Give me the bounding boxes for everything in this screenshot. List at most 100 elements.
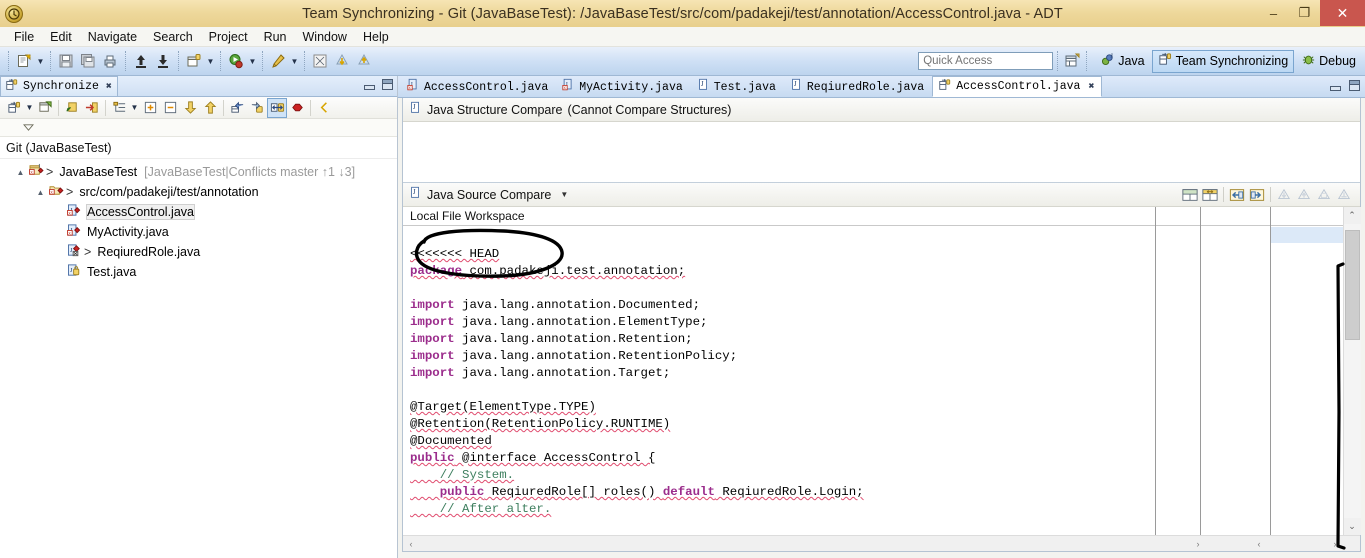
menu-window[interactable]: Window — [295, 29, 355, 45]
minimize-icon[interactable] — [364, 79, 375, 90]
editor-tab-myactivity-java[interactable]: Jx MyActivity.java — [556, 76, 691, 97]
menu-help[interactable]: Help — [355, 29, 397, 45]
pull-icon[interactable] — [152, 50, 174, 72]
java-file-icon: J — [697, 78, 710, 96]
java-file-icon: J — [67, 263, 84, 281]
remove-icon[interactable] — [82, 98, 102, 118]
quick-access-input[interactable] — [918, 52, 1054, 70]
perspective-team-synchronizing[interactable]: Team Synchronizing — [1151, 49, 1295, 73]
tree-item-reqiuredrole[interactable]: J > ReqiuredRole.java — [0, 242, 397, 262]
close-icon[interactable]: ✖ — [1088, 81, 1094, 93]
tree-item-myactivity[interactable]: Jx MyActivity.java — [0, 222, 397, 242]
minimize-icon[interactable] — [1330, 80, 1341, 91]
pin-icon[interactable] — [62, 98, 82, 118]
editor-tab-accesscontrol-java[interactable]: Jx AccessControl.java — [401, 76, 556, 97]
tree-item-test[interactable]: J Test.java — [0, 262, 397, 282]
next-annotation-icon[interactable] — [331, 50, 353, 72]
three-pane-layout-icon[interactable] — [1200, 185, 1220, 205]
previous-change-icon[interactable] — [1334, 185, 1354, 205]
compare-horizontal-scrollbars[interactable]: ‹ › ‹ › — [403, 535, 1360, 551]
external-tools-icon[interactable] — [267, 50, 289, 72]
scroll-right-icon-2[interactable]: › — [1327, 536, 1343, 551]
new-java-package-icon[interactable] — [183, 50, 205, 72]
tree-item-project[interactable]: ▲ x > JavaBaseTest [JavaBaseTest|Conflic… — [0, 162, 397, 182]
synchronize-icon[interactable] — [4, 98, 24, 118]
save-all-icon[interactable] — [77, 50, 99, 72]
search-icon[interactable] — [309, 50, 331, 72]
both-mode-icon[interactable] — [267, 97, 287, 118]
tree-item-accesscontrol[interactable]: Jx AccessControl.java — [0, 202, 397, 222]
tab-synchronize[interactable]: Synchronize ✖ — [0, 76, 118, 96]
mode-dropdown[interactable]: ▼ — [129, 98, 140, 118]
compare-vertical-scrollbar[interactable]: ⌃ ⌄ — [1343, 207, 1361, 535]
editor-tab-reqiuredrole-java[interactable]: J ReqiuredRole.java — [784, 76, 932, 97]
maximize-button[interactable]: ❐ — [1289, 0, 1320, 26]
two-pane-layout-icon[interactable] — [1180, 185, 1200, 205]
incoming-mode-icon[interactable] — [227, 98, 247, 118]
conflicts-mode-icon[interactable] — [287, 98, 307, 118]
close-icon[interactable]: ✖ — [106, 81, 112, 93]
minimize-button[interactable]: – — [1258, 0, 1289, 26]
save-icon[interactable] — [55, 50, 77, 72]
team-sync-icon — [5, 78, 19, 96]
scroll-thumb[interactable] — [1344, 230, 1360, 340]
menu-edit[interactable]: Edit — [42, 29, 80, 45]
run-dropdown[interactable]: ▼ — [247, 50, 258, 72]
new-wizard-dropdown[interactable]: ▼ — [35, 50, 46, 72]
perspective-java[interactable]: J Java — [1095, 50, 1149, 73]
perspective-debug[interactable]: Debug — [1296, 50, 1361, 73]
maximize-icon[interactable] — [1349, 80, 1360, 91]
editor-tab-test-java[interactable]: J Test.java — [691, 76, 784, 97]
commit-push-icon[interactable] — [130, 50, 152, 72]
source-code-text[interactable]: <<<<<<< HEAD package com.padakeji.test.a… — [403, 226, 1155, 535]
expand-all-icon[interactable] — [140, 98, 160, 118]
chevron-down-icon[interactable]: ▼ — [560, 190, 568, 199]
maximize-icon[interactable] — [382, 79, 393, 90]
svg-text:J: J — [413, 188, 416, 196]
menu-search[interactable]: Search — [145, 29, 201, 45]
mode-icon[interactable] — [109, 98, 129, 118]
copy-right-to-left-icon[interactable] — [1247, 185, 1267, 205]
open-perspective-icon[interactable] — [1062, 51, 1082, 71]
previous-annotation-icon[interactable] — [353, 50, 375, 72]
scroll-down-icon[interactable]: ⌄ — [1343, 518, 1361, 535]
tree-item-folder-label: src/com/padakeji/test/annotation — [79, 185, 259, 199]
menu-run[interactable]: Run — [256, 29, 295, 45]
scroll-right-icon[interactable]: › — [1190, 536, 1206, 551]
run-icon[interactable] — [225, 50, 247, 72]
tree-item-folder[interactable]: ▲ x > src/com/padakeji/test/annotation — [0, 182, 397, 202]
editor-tab-accesscontrol-compare[interactable]: AccessControl.java ✖ — [932, 76, 1103, 97]
tab-synchronize-label: Synchronize — [23, 80, 99, 93]
twisty-icon[interactable]: ▲ — [34, 188, 47, 197]
synchronize-view-tab-row: Synchronize ✖ — [0, 76, 397, 97]
external-tools-dropdown[interactable]: ▼ — [289, 50, 300, 72]
sync-tree[interactable]: ▲ x > JavaBaseTest [JavaBaseTest|Conflic… — [0, 159, 397, 558]
scroll-left-icon-2[interactable]: ‹ — [1251, 536, 1267, 551]
menu-project[interactable]: Project — [201, 29, 256, 45]
collapse-all-icon[interactable] — [160, 98, 180, 118]
close-button[interactable]: ✕ — [1320, 0, 1365, 26]
tree-item-project-label: JavaBaseTest — [59, 165, 138, 179]
menu-navigate[interactable]: Navigate — [80, 29, 145, 45]
previous-change-icon[interactable] — [200, 98, 220, 118]
scroll-left-icon[interactable]: ‹ — [403, 536, 419, 551]
scroll-up-icon[interactable]: ⌃ — [1343, 207, 1361, 224]
previous-difference-icon[interactable] — [1294, 185, 1314, 205]
menu-file[interactable]: File — [6, 29, 42, 45]
synchronize-dropdown[interactable]: ▼ — [24, 98, 35, 118]
print-icon[interactable] — [99, 50, 121, 72]
view-menu-icon[interactable] — [22, 121, 35, 135]
copy-left-to-right-icon[interactable] — [1227, 185, 1247, 205]
next-difference-icon[interactable] — [1274, 185, 1294, 205]
next-change-icon[interactable] — [1314, 185, 1334, 205]
java-source-compare-title: Java Source Compare — [427, 187, 552, 202]
previous-icon[interactable] — [314, 98, 334, 118]
twisty-icon[interactable]: ▲ — [14, 168, 27, 177]
java-structure-compare-body — [403, 122, 1360, 182]
new-wizard-icon[interactable] — [13, 50, 35, 72]
scroll-track[interactable] — [1343, 224, 1361, 518]
outgoing-mode-icon[interactable] — [247, 98, 267, 118]
next-change-icon[interactable] — [180, 98, 200, 118]
new-java-package-dropdown[interactable]: ▼ — [205, 50, 216, 72]
open-sync-wizard-icon[interactable] — [35, 98, 55, 118]
